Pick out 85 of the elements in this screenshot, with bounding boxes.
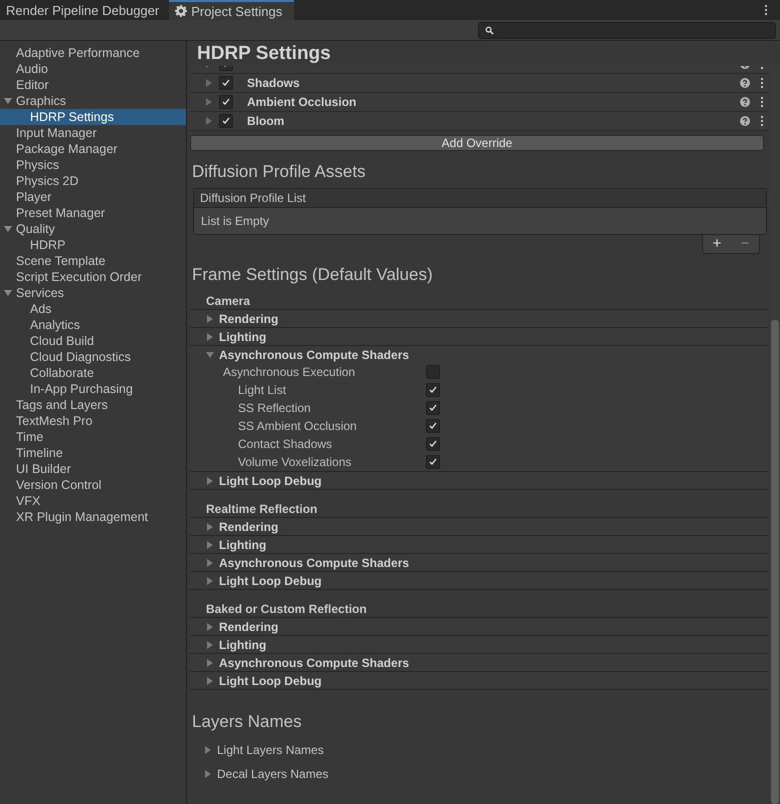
setting-label: Volume Voxelizations <box>238 455 352 469</box>
expand-arrow-icon <box>204 770 212 778</box>
sidebar-item[interactable]: UI Builder <box>0 461 186 477</box>
window-tab[interactable]: Project Settings <box>169 0 294 20</box>
search-field[interactable] <box>478 22 776 38</box>
expand-arrow-icon <box>206 332 214 340</box>
foldout-header[interactable]: Rendering <box>190 309 768 327</box>
sidebar-item[interactable]: XR Plugin Management <box>0 509 186 525</box>
search-icon <box>485 26 494 34</box>
expand-arrow-icon <box>206 314 214 322</box>
sidebar-item[interactable]: Adaptive Performance <box>0 45 186 61</box>
expand-arrow-icon <box>206 676 214 684</box>
sidebar-item[interactable]: HDRP Settings <box>0 109 186 125</box>
add-button[interactable]: + <box>712 236 722 252</box>
add-override-button[interactable]: Add Override <box>190 135 764 151</box>
setting-label: SS Ambient Occlusion <box>238 419 358 433</box>
sidebar-item[interactable]: Editor <box>0 77 186 93</box>
expand-arrow-icon[interactable] <box>4 225 12 233</box>
sidebar-item[interactable]: Player <box>0 189 186 205</box>
override-label: Shadows <box>247 76 300 90</box>
foldout-header[interactable]: Asynchronous Compute Shaders <box>190 653 768 671</box>
setting-label: Asynchronous Execution <box>223 365 356 379</box>
expand-arrow-icon <box>204 746 212 754</box>
override-label: Ambient Occlusion <box>247 95 356 109</box>
sidebar-item[interactable]: Tags and Layers <box>0 397 186 413</box>
sidebar-item[interactable]: VFX <box>0 493 186 509</box>
foldout-header[interactable]: Decal Layers Names <box>190 762 768 786</box>
sidebar-item[interactable]: HDRP <box>0 237 186 253</box>
window-tab[interactable]: Render Pipeline Debugger <box>0 0 170 20</box>
sidebar-item[interactable]: Time <box>0 429 186 445</box>
foldout-header[interactable]: Lighting <box>190 635 768 653</box>
sidebar-item[interactable]: Input Manager <box>0 125 186 141</box>
foldout-header[interactable]: Lighting <box>190 327 768 345</box>
scrollbar-thumb[interactable] <box>771 320 779 804</box>
sidebar-item[interactable]: Audio <box>0 61 186 77</box>
group-title: Baked or Custom Reflection <box>205 601 368 617</box>
expand-arrow-icon <box>206 522 214 530</box>
setting-label: SS Reflection <box>238 401 312 415</box>
expand-arrow-icon <box>206 658 214 666</box>
foldout-header[interactable]: Asynchronous Compute Shaders <box>190 345 768 363</box>
setting-label: Light List <box>238 383 288 397</box>
setting-label: Contact Shadows <box>238 437 334 451</box>
foldout-header[interactable]: Lighting <box>190 535 768 553</box>
foldout-header[interactable]: Light Loop Debug <box>190 471 768 489</box>
expand-arrow-icon <box>206 558 214 566</box>
sidebar-item[interactable]: Cloud Build <box>0 333 186 349</box>
expand-arrow-icon <box>206 622 214 630</box>
sidebar-item[interactable]: Scene Template <box>0 253 186 269</box>
sidebar-item[interactable]: TextMesh Pro <box>0 413 186 429</box>
group-title: Realtime Reflection <box>205 501 318 517</box>
expand-arrow-icon <box>206 540 214 548</box>
sidebar-item[interactable]: Physics <box>0 157 186 173</box>
foldout-header[interactable]: Light Loop Debug <box>190 671 768 689</box>
sidebar-item[interactable]: Cloud Diagnostics <box>0 349 186 365</box>
expand-arrow-icon[interactable] <box>4 97 12 105</box>
sidebar-item[interactable]: In-App Purchasing <box>0 381 186 397</box>
sidebar-item[interactable]: Timeline <box>0 445 186 461</box>
sidebar-item[interactable]: Graphics <box>0 93 186 109</box>
sidebar-item[interactable]: Collaborate <box>0 365 186 381</box>
sidebar-item[interactable]: Quality <box>0 221 186 237</box>
foldout-header[interactable]: Rendering <box>190 517 768 535</box>
sidebar-item[interactable]: Preset Manager <box>0 205 186 221</box>
foldout-header[interactable]: Light Loop Debug <box>190 571 768 589</box>
expand-arrow-icon <box>206 640 214 648</box>
list-empty-text: List is Empty <box>194 208 766 234</box>
sidebar-item[interactable]: Package Manager <box>0 141 186 157</box>
foldout-header[interactable]: Light Layers Names <box>190 738 768 762</box>
sidebar-item[interactable]: Ads <box>0 301 186 317</box>
foldout-header[interactable]: Rendering <box>190 617 768 635</box>
sidebar-item[interactable]: Version Control <box>0 477 186 493</box>
foldout-header[interactable]: Asynchronous Compute Shaders <box>190 553 768 571</box>
section-heading: Diffusion Profile Assets <box>192 162 367 183</box>
expand-arrow-icon[interactable] <box>4 289 12 297</box>
expand-arrow-icon <box>206 576 214 584</box>
override-label: Bloom <box>247 114 284 128</box>
sidebar-item[interactable]: Analytics <box>0 317 186 333</box>
gear-icon <box>175 5 188 17</box>
section-heading: Frame Settings (Default Values) <box>192 265 434 286</box>
group-title: Camera <box>205 293 252 309</box>
expand-arrow-icon <box>206 476 214 484</box>
section-heading: Layers Names <box>192 712 303 733</box>
sidebar-item[interactable]: Script Execution Order <box>0 269 186 285</box>
sidebar-item[interactable]: Physics 2D <box>0 173 186 189</box>
expand-arrow-icon <box>206 350 214 358</box>
sidebar-item[interactable]: Services <box>0 285 186 301</box>
